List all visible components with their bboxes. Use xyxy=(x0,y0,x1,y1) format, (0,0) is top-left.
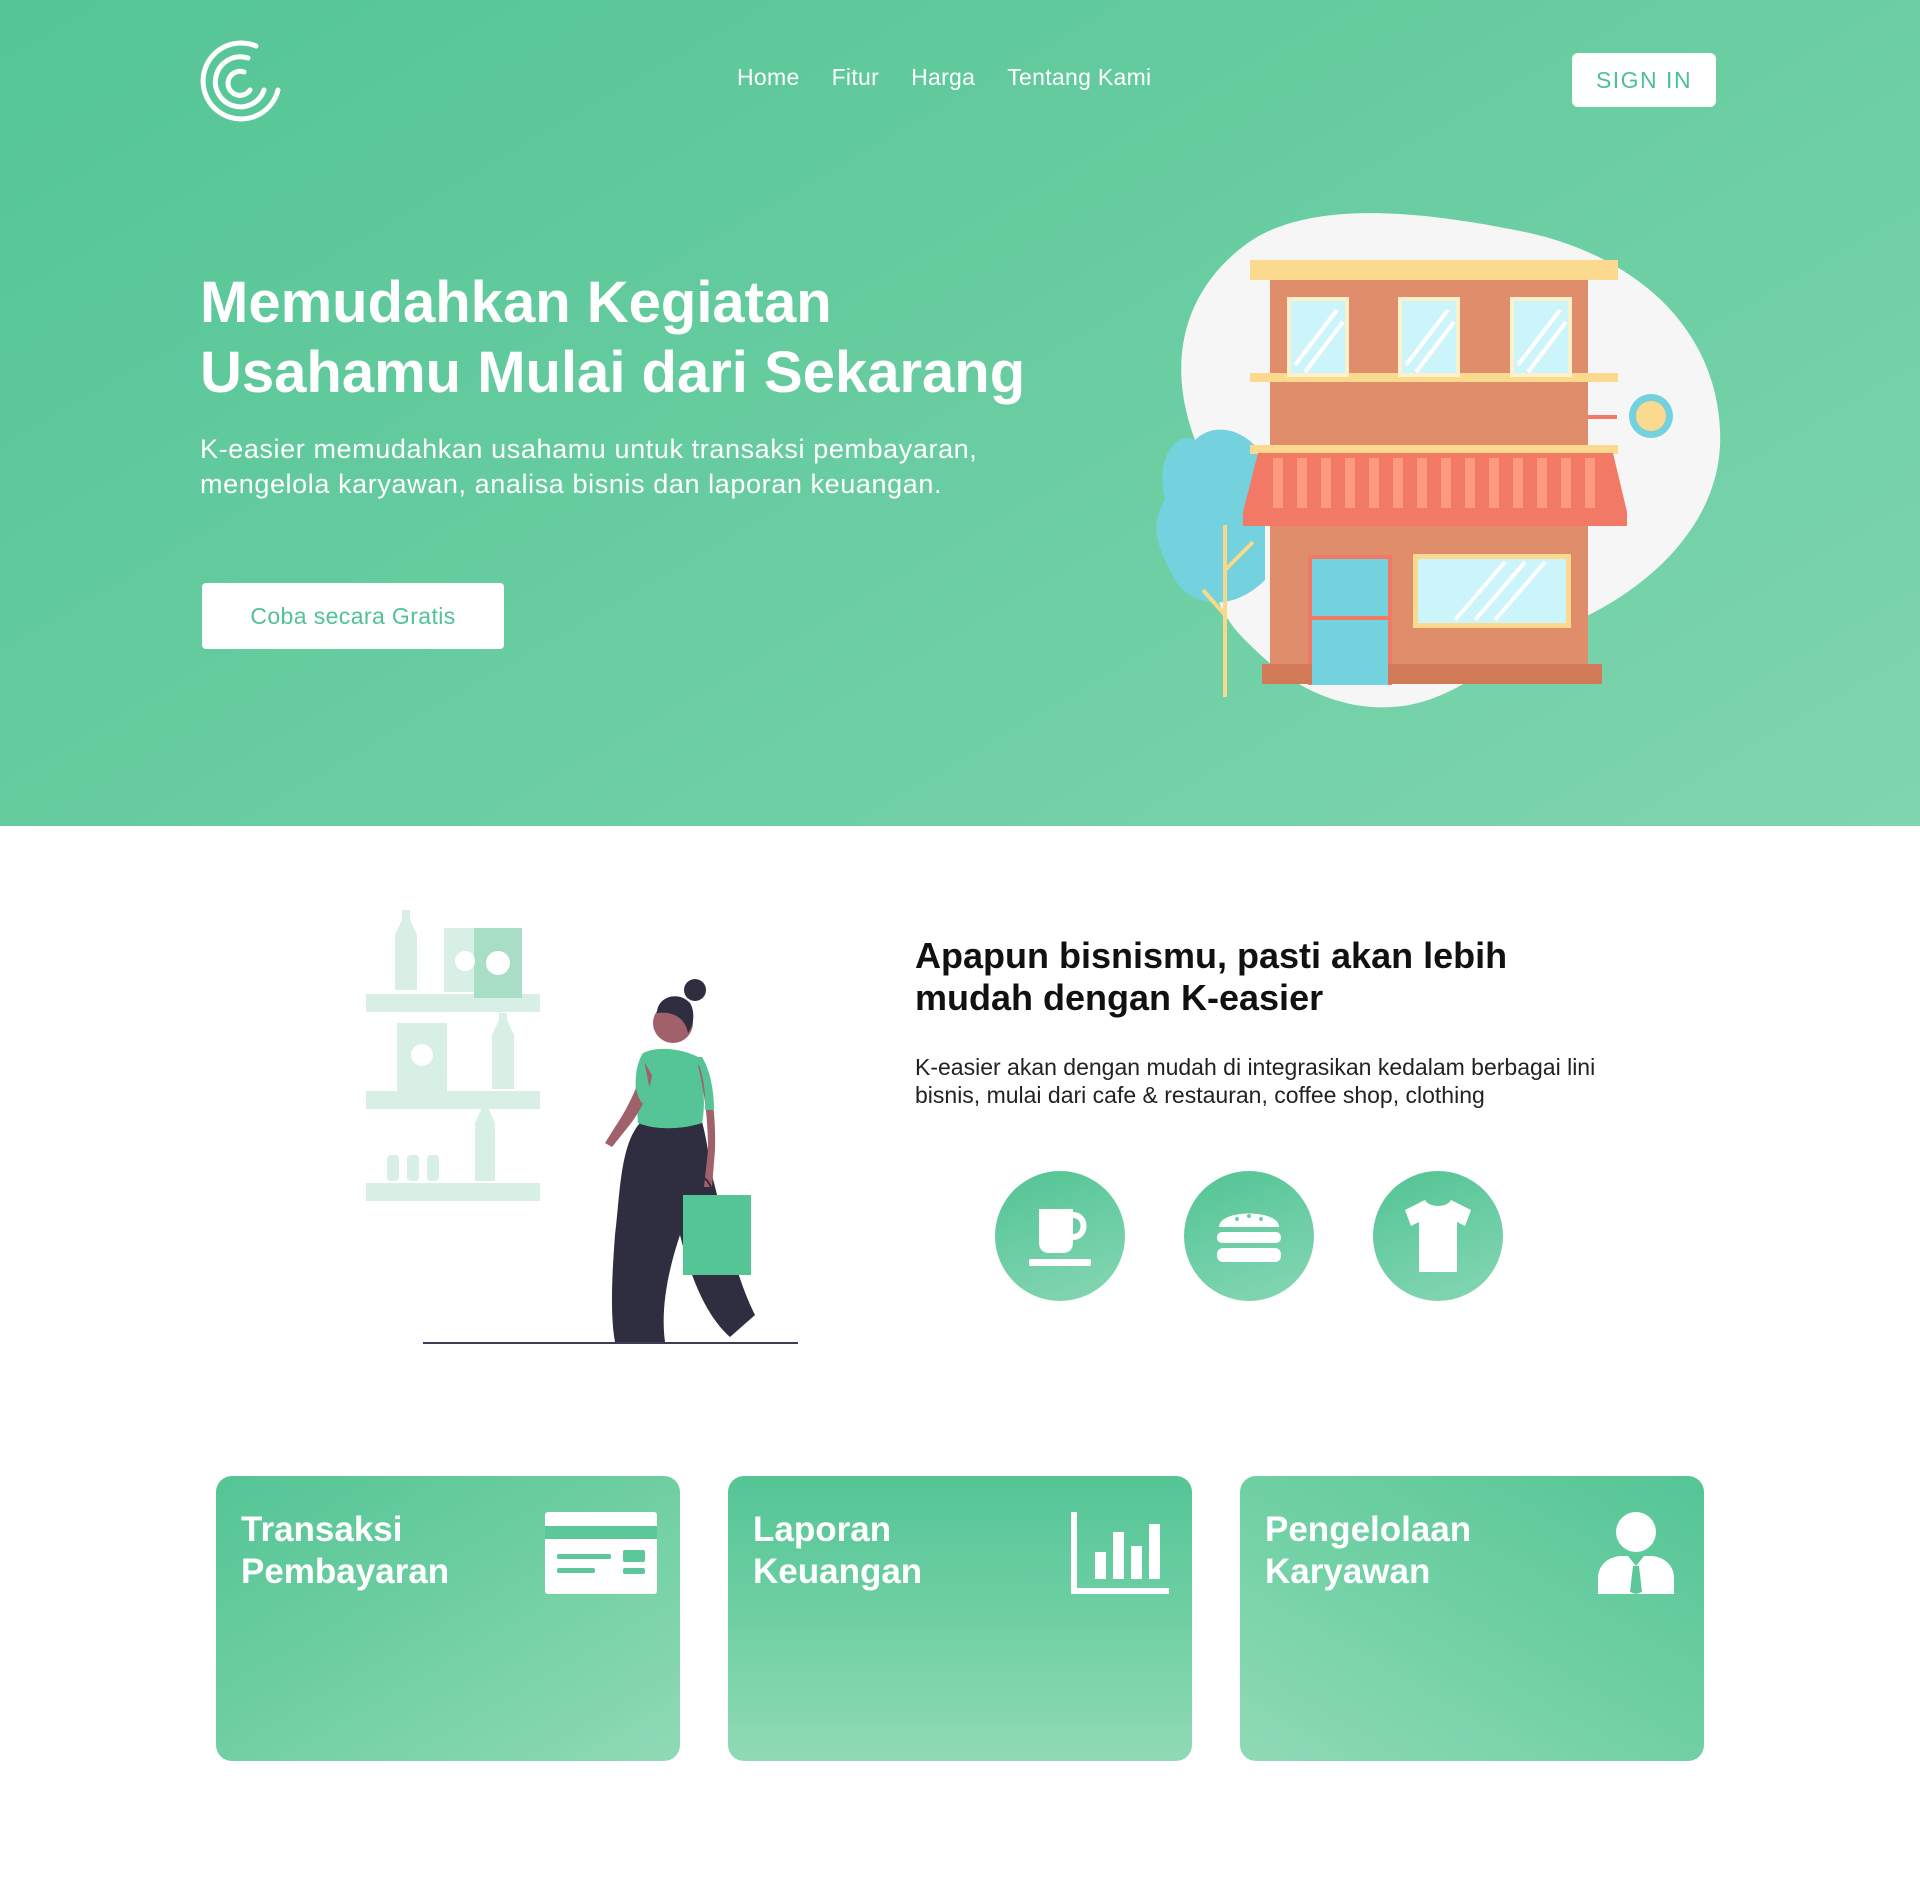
k-easier-logo[interactable] xyxy=(198,38,284,124)
coffee-category-button[interactable] xyxy=(995,1171,1125,1301)
business-section-title: Apapun bisnismu, pasti akan lebih mudah … xyxy=(915,935,1508,1018)
coffee-cup-icon xyxy=(1029,1209,1091,1266)
feature-card-title-line1: Laporan xyxy=(753,1510,892,1549)
feature-card-title: Laporan Keuangan xyxy=(753,1509,922,1593)
feature-card-title: Pengelolaan Karyawan xyxy=(1265,1509,1471,1593)
nav-home[interactable]: Home xyxy=(737,64,800,91)
try-free-button[interactable]: Coba secara Gratis xyxy=(202,583,504,649)
nav-tentang-kami[interactable]: Tentang Kami xyxy=(1007,64,1151,91)
nav-fitur[interactable]: Fitur xyxy=(832,64,880,91)
employee-icon xyxy=(1598,1512,1674,1594)
feature-card-transaksi[interactable]: Transaksi Pembayaran xyxy=(216,1476,680,1761)
nav-harga[interactable]: Harga xyxy=(911,64,975,91)
tshirt-icon xyxy=(1405,1200,1471,1272)
restaurant-category-button[interactable] xyxy=(1184,1171,1314,1301)
feature-card-title-line1: Pengelolaan xyxy=(1265,1510,1472,1549)
sign-in-button[interactable]: SIGN IN xyxy=(1572,53,1716,107)
feature-card-laporan[interactable]: Laporan Keuangan xyxy=(728,1476,1192,1761)
feature-card-title-line2: Karyawan xyxy=(1265,1552,1431,1591)
main-nav: Home Fitur Harga Tentang Kami xyxy=(737,64,1151,91)
credit-card-icon xyxy=(545,1512,657,1594)
feature-card-karyawan[interactable]: Pengelolaan Karyawan xyxy=(1240,1476,1704,1761)
shopper-illustration xyxy=(366,910,798,1344)
hero-section: Home Fitur Harga Tentang Kami SIGN IN Me… xyxy=(0,0,1920,826)
feature-card-title-line2: Pembayaran xyxy=(241,1552,450,1591)
store-illustration xyxy=(1156,213,1721,708)
feature-card-title-line2: Keuangan xyxy=(753,1552,923,1591)
burger-icon xyxy=(1217,1213,1281,1262)
feature-card-title: Transaksi Pembayaran xyxy=(241,1509,449,1593)
business-section-description: K-easier akan dengan mudah di integrasik… xyxy=(915,1054,1596,1108)
hero-title: Memudahkan Kegiatan Usahamu Mulai dari S… xyxy=(200,268,1120,408)
feature-card-title-line1: Transaksi xyxy=(241,1510,403,1549)
hero-description: K-easier memudahkan usahamu untuk transa… xyxy=(200,434,978,499)
hero-title-line1: Memudahkan Kegiatan xyxy=(200,270,832,335)
bar-chart-icon xyxy=(1071,1512,1169,1594)
clothing-category-button[interactable] xyxy=(1373,1171,1503,1301)
hero-title-line2: Usahamu Mulai dari Sekarang xyxy=(200,340,1026,405)
